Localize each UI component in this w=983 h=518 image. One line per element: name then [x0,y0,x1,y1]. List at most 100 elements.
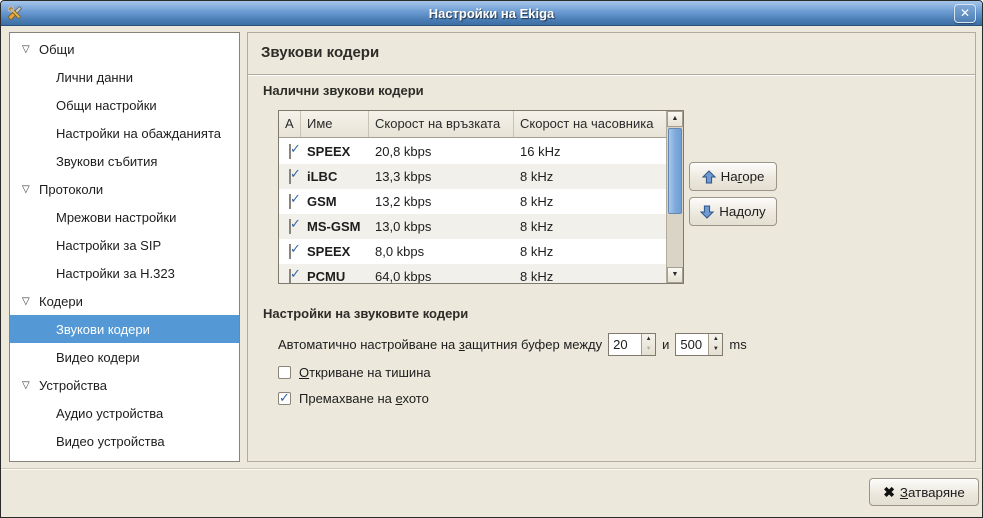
jitter-buffer-row: Автоматично настройване на защитния буфе… [278,332,747,356]
silence-detection-checkbox[interactable] [278,366,291,379]
silence-detection-label: Откриване на тишина [299,365,431,380]
codec-clock: 16 kHz [514,144,666,159]
spin-down-icon[interactable]: ▼ [709,344,722,355]
down-arrow-icon [700,205,714,219]
move-down-button[interactable]: Надолу [689,197,777,226]
expander-triangle-icon[interactable]: ▽ [22,43,35,56]
sidebar-item[interactable]: ▽ Звукови събития [10,147,239,175]
codec-bitrate: 13,3 kbps [369,169,514,184]
column-header-bitrate[interactable]: Скорост на връзката [369,111,514,137]
sidebar-item[interactable]: ▽ Видео устройства [10,427,239,455]
codec-name: SPEEX [301,244,369,259]
window-close-icon[interactable]: ✕ [954,4,976,23]
codec-checkbox[interactable] [289,169,291,184]
sidebar-item[interactable]: ▽ Протоколи [10,175,239,203]
spin-up-icon[interactable]: ▲ [709,334,722,345]
echo-cancellation-label: Премахване на ехото [299,391,429,406]
spinner-arrows[interactable]: ▲▼ [708,334,722,355]
column-header-active[interactable]: A [279,111,301,137]
codec-row[interactable]: MS-GSM 13,0 kbps 8 kHz [279,214,666,239]
page-title: Звукови кодери [261,44,379,61]
jitter-max-spinner[interactable]: 500 ▲▼ [675,333,723,356]
vertical-scrollbar[interactable]: ▲ ▼ [666,111,683,283]
expander-triangle-icon[interactable]: ▽ [22,379,35,392]
column-header-clockrate[interactable]: Скорост на часовника [514,111,666,137]
codec-checkbox[interactable] [289,144,291,159]
jitter-buffer-label: Автоматично настройване на защитния буфе… [278,337,602,352]
codec-checkbox[interactable] [289,219,291,234]
sidebar-item-label: Общи [39,42,75,57]
sidebar-item[interactable]: ▽ Устройства [10,371,239,399]
scrollbar-thumb[interactable] [668,128,682,214]
titlebar[interactable]: Настройки на Ekiga ✕ [1,1,982,26]
spinner-arrows[interactable]: ▲▼ [641,334,655,355]
sidebar-item[interactable]: ▽ Лични данни [10,63,239,91]
jitter-unit-label: ms [729,337,746,352]
preferences-window: Настройки на Ekiga ✕ ▽ Общи ▽ Лични данн… [0,0,983,518]
sidebar-item-label: Настройки за SIP [56,238,161,253]
spin-down-icon[interactable]: ▼ [642,344,655,355]
sidebar-tree: ▽ Общи ▽ Лични данни ▽ Общи настройки ▽ … [9,32,240,462]
sidebar-item[interactable]: ▽ Общи настройки [10,91,239,119]
spin-up-icon[interactable]: ▲ [642,334,655,345]
close-x-icon: ✖ [883,484,895,501]
sidebar-item-label: Настройки на обажданията [56,126,221,141]
codec-clock: 8 kHz [514,169,666,184]
codec-bitrate: 13,0 kbps [369,219,514,234]
codec-clock: 8 kHz [514,194,666,209]
codec-row[interactable]: iLBC 13,3 kbps 8 kHz [279,164,666,189]
scroll-down-icon[interactable]: ▼ [667,267,683,283]
sidebar-item-label: Лични данни [56,70,133,85]
codec-bitrate: 64,0 kbps [369,269,514,283]
codec-name: PCMU [301,269,369,283]
codec-bitrate: 13,2 kbps [369,194,514,209]
codec-table-header: A Име Скорост на връзката Скорост на час… [279,111,666,138]
codec-settings-label: Настройки на звуковите кодери [263,306,468,321]
echo-cancellation-option[interactable]: Премахване на ехото [278,391,429,406]
move-up-button[interactable]: Нагоре [689,162,777,191]
sidebar-item[interactable]: ▽ Настройки на обажданията [10,119,239,147]
sidebar-item[interactable]: ▽ Аудио устройства [10,399,239,427]
codec-row[interactable]: GSM 13,2 kbps 8 kHz [279,189,666,214]
window-title: Настройки на Ekiga [1,6,982,21]
codec-row[interactable]: SPEEX 20,8 kbps 16 kHz [279,139,666,164]
sidebar-item[interactable]: ▽ Кодери [10,287,239,315]
codec-checkbox[interactable] [289,194,291,209]
codec-table: A Име Скорост на връзката Скорост на час… [278,110,684,284]
up-arrow-icon [702,170,716,184]
codec-bitrate: 20,8 kbps [369,144,514,159]
expander-triangle-icon[interactable]: ▽ [22,183,35,196]
codec-row[interactable]: SPEEX 8,0 kbps 8 kHz [279,239,666,264]
sidebar-item[interactable]: ▽ Настройки за H.323 [10,259,239,287]
sidebar-item-label: Звукови събития [56,154,157,169]
sidebar-item[interactable]: ▽ Общи [10,35,239,63]
sidebar-item[interactable]: ▽ Видео кодери [10,343,239,371]
sidebar-item[interactable]: ▽ Мрежови настройки [10,203,239,231]
silence-detection-option[interactable]: Откриване на тишина [278,365,431,380]
sidebar-item[interactable]: ▽ Звукови кодери [10,315,239,343]
expander-triangle-icon[interactable]: ▽ [22,295,35,308]
scroll-up-icon[interactable]: ▲ [667,111,683,127]
codec-clock: 8 kHz [514,269,666,283]
codec-clock: 8 kHz [514,219,666,234]
sidebar-item-label: Видео устройства [56,434,165,449]
jitter-connector-label: и [662,337,669,352]
echo-cancellation-checkbox[interactable] [278,392,291,405]
codec-bitrate: 8,0 kbps [369,244,514,259]
sidebar-item-label: Протоколи [39,182,103,197]
jitter-max-value[interactable]: 500 [676,334,708,355]
close-button[interactable]: ✖ Затваряне [869,478,979,506]
codec-clock: 8 kHz [514,244,666,259]
sidebar-item[interactable]: ▽ Настройки за SIP [10,231,239,259]
available-codecs-label: Налични звукови кодери [263,83,424,98]
jitter-min-spinner[interactable]: 20 ▲▼ [608,333,656,356]
codec-checkbox[interactable] [289,269,291,283]
column-header-name[interactable]: Име [301,111,369,137]
heading-divider [248,74,975,76]
codec-row[interactable]: PCMU 64,0 kbps 8 kHz [279,264,666,283]
codec-checkbox[interactable] [289,244,291,259]
codec-name: GSM [301,194,369,209]
jitter-min-value[interactable]: 20 [609,334,641,355]
codec-name: iLBC [301,169,369,184]
sidebar-item-label: Общи настройки [56,98,157,113]
